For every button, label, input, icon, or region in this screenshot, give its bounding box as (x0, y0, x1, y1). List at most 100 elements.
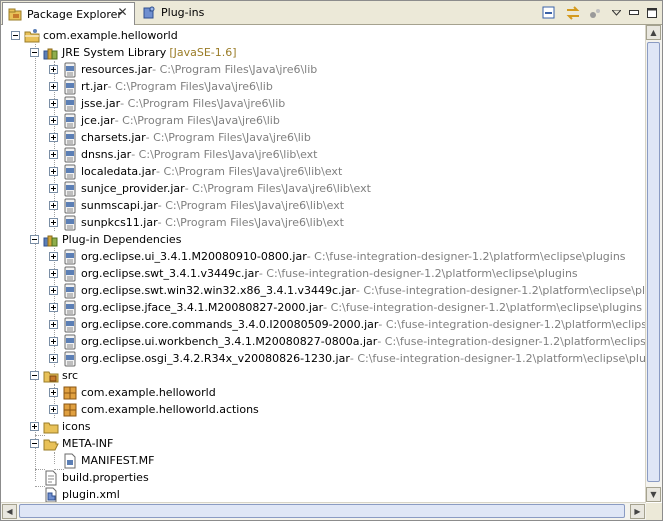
jar-name: org.eclipse.ui_3.4.1.M20080910-0800.jar (81, 250, 307, 263)
jar-icon (62, 62, 78, 78)
package-label: com.example.helloworld.actions (81, 403, 259, 416)
expand-toggle[interactable] (49, 303, 58, 312)
tree-item-meta-inf[interactable]: META-INF (30, 435, 113, 452)
jar-name: resources.jar (81, 63, 153, 76)
collapse-all-icon[interactable] (540, 4, 558, 22)
jar-icon (62, 181, 78, 197)
jar-path: - C:\fuse-integration-designer-1.2\platf… (258, 267, 578, 280)
view-tab-bar: Package Explorer ✕ Plug-ins (1, 1, 662, 25)
close-icon[interactable]: ✕ (117, 6, 128, 18)
expand-toggle[interactable] (49, 218, 58, 227)
tree-item-jar[interactable]: resources.jar - C:\Program Files\Java\jr… (49, 61, 317, 78)
tree-item-jar[interactable]: jce.jar - C:\Program Files\Java\jre6\lib (49, 112, 280, 129)
tree-item-plugin-xml[interactable]: plugin.xml (43, 486, 120, 502)
expand-toggle[interactable] (49, 269, 58, 278)
tree-item-jar[interactable]: localedata.jar - C:\Program Files\Java\j… (49, 163, 342, 180)
horizontal-scroll-thumb[interactable] (19, 504, 625, 518)
tree-item-manifest[interactable]: MANIFEST.MF (62, 452, 154, 469)
collapse-toggle[interactable] (30, 235, 39, 244)
jre-library-decoration: [JavaSE-1.6] (169, 46, 237, 59)
tree-item-jar[interactable]: org.eclipse.swt.win32.win32.x86_3.4.1.v3… (49, 282, 646, 299)
expand-toggle[interactable] (49, 286, 58, 295)
expand-toggle[interactable] (49, 405, 58, 414)
expand-toggle[interactable] (49, 184, 58, 193)
tree-item-package[interactable]: com.example.helloworld.actions (49, 401, 259, 418)
tree-item-jar[interactable]: jsse.jar - C:\Program Files\Java\jre6\li… (49, 95, 285, 112)
tree-item-jar[interactable]: charsets.jar - C:\Program Files\Java\jre… (49, 129, 311, 146)
maximize-icon[interactable] (646, 4, 658, 22)
jar-name: org.eclipse.swt_3.4.1.v3449c.jar (81, 267, 259, 280)
src-label: src (62, 369, 79, 382)
collapse-toggle[interactable] (11, 31, 20, 40)
collapse-toggle[interactable] (30, 371, 39, 380)
library-icon (43, 45, 59, 61)
scroll-up-icon[interactable]: ▲ (646, 25, 661, 40)
jar-path: - C:\Program Files\Java\jre6\lib (107, 80, 273, 93)
expand-toggle[interactable] (49, 82, 58, 91)
horizontal-scrollbar[interactable]: ◀ ▶ (1, 502, 646, 520)
expand-toggle[interactable] (49, 99, 58, 108)
tree-item-jar[interactable]: org.eclipse.osgi_3.4.2.R34x_v20080826-12… (49, 350, 646, 367)
expand-toggle[interactable] (49, 133, 58, 142)
tree-item-jar[interactable]: sunpkcs11.jar - C:\Program Files\Java\jr… (49, 214, 344, 231)
plugin-xml-icon (43, 487, 59, 502)
collapse-toggle[interactable] (30, 48, 39, 57)
jar-path: - C:\Program Files\Java\jre6\lib\ext (131, 148, 318, 161)
tree-item-jar[interactable]: sunmscapi.jar - C:\Program Files\Java\jr… (49, 197, 344, 214)
jar-icon (62, 351, 78, 367)
expand-toggle[interactable] (49, 337, 58, 346)
tree-item-jar[interactable]: org.eclipse.core.commands_3.4.0.I2008050… (49, 316, 646, 333)
tree-item-project[interactable]: com.example.helloworld (11, 27, 178, 44)
tree-item-src[interactable]: src (30, 367, 78, 384)
jar-name: rt.jar (81, 80, 108, 93)
jar-name: localedata.jar (81, 165, 156, 178)
jar-icon (62, 249, 78, 265)
scroll-down-icon[interactable]: ▼ (646, 487, 661, 502)
vertical-scroll-thumb[interactable] (647, 42, 660, 482)
tree-item-jar[interactable]: dnsns.jar - C:\Program Files\Java\jre6\l… (49, 146, 317, 163)
expand-toggle[interactable] (49, 150, 58, 159)
project-tree: com.example.helloworld JRE System Librar… (1, 25, 646, 502)
jar-icon (62, 300, 78, 316)
expand-toggle[interactable] (49, 320, 58, 329)
project-folder-icon (24, 28, 40, 44)
tab-label: Package Explorer (27, 7, 122, 21)
tree-item-jar[interactable]: org.eclipse.jface_3.4.1.M20080827-2000.j… (49, 299, 642, 316)
tree-item-jar[interactable]: sunjce_provider.jar - C:\Program Files\J… (49, 180, 371, 197)
tree-item-jar[interactable]: org.eclipse.ui_3.4.1.M20080910-0800.jar … (49, 248, 626, 265)
scroll-left-icon[interactable]: ◀ (2, 504, 17, 519)
manifest-label: MANIFEST.MF (81, 454, 155, 467)
tree-item-jar[interactable]: org.eclipse.ui.workbench_3.4.1.M20080827… (49, 333, 646, 350)
view-menu-options-icon[interactable] (588, 4, 604, 22)
tree-item-jar[interactable]: org.eclipse.swt_3.4.1.v3449c.jar - C:\fu… (49, 265, 578, 282)
jar-icon (62, 113, 78, 129)
jar-icon (62, 79, 78, 95)
tab-package-explorer[interactable]: Package Explorer ✕ (2, 2, 135, 25)
vertical-scrollbar[interactable]: ▲ ▼ (645, 25, 662, 502)
jar-path: - C:\fuse-integration-designer-1.2\platf… (377, 335, 646, 348)
jar-path: - C:\fuse-integration-designer-1.2\platf… (306, 250, 626, 263)
tree-item-build-properties[interactable]: build.properties (43, 469, 149, 486)
expand-toggle[interactable] (49, 388, 58, 397)
plugin-dependencies-label: Plug-in Dependencies (62, 233, 182, 246)
expand-toggle[interactable] (30, 422, 39, 431)
tree-item-icons-folder[interactable]: icons (30, 418, 91, 435)
chevron-down-icon[interactable] (610, 4, 622, 22)
link-with-editor-icon[interactable] (564, 4, 582, 22)
expand-toggle[interactable] (49, 167, 58, 176)
tree-item-plugin-dependencies[interactable]: Plug-in Dependencies (30, 231, 181, 248)
minimize-icon[interactable] (628, 4, 640, 22)
expand-toggle[interactable] (49, 354, 58, 363)
scroll-right-icon[interactable]: ▶ (630, 504, 645, 519)
tree-item-jar[interactable]: rt.jar - C:\Program Files\Java\jre6\lib (49, 78, 273, 95)
jar-path: - C:\Program Files\Java\jre6\lib (152, 63, 318, 76)
tab-plugins[interactable]: Plug-ins (137, 2, 204, 23)
expand-toggle[interactable] (49, 201, 58, 210)
expand-toggle[interactable] (49, 65, 58, 74)
package-label: com.example.helloworld (81, 386, 216, 399)
collapse-toggle[interactable] (30, 439, 39, 448)
expand-toggle[interactable] (49, 252, 58, 261)
tree-item-jre-library[interactable]: JRE System Library [JavaSE-1.6] (30, 44, 237, 61)
expand-toggle[interactable] (49, 116, 58, 125)
tree-item-package[interactable]: com.example.helloworld (49, 384, 216, 401)
